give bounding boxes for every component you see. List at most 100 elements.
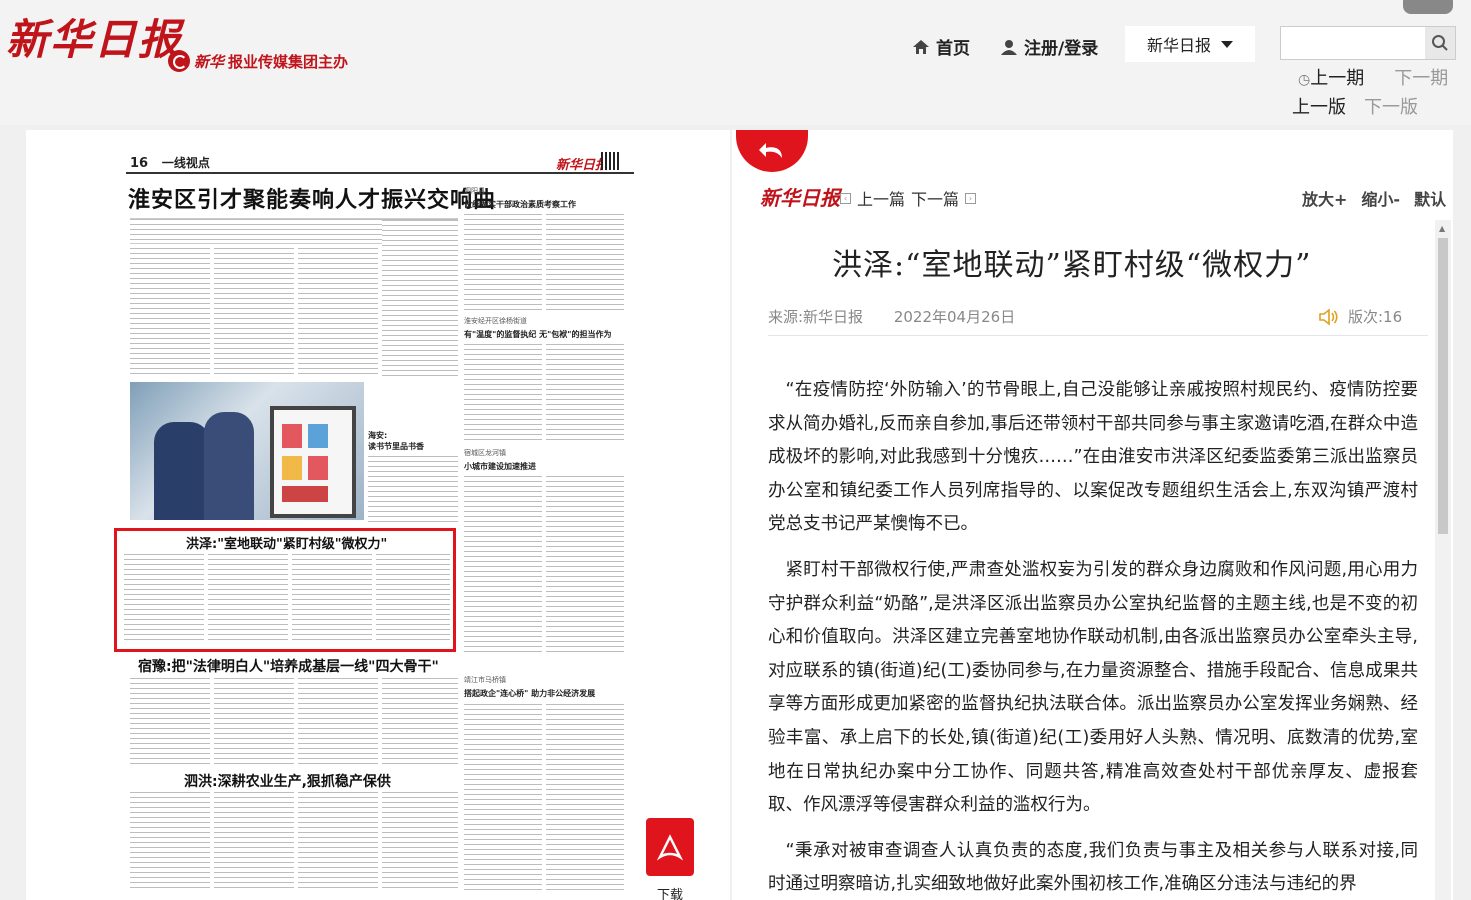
qr-code [601, 152, 619, 170]
selected-article-column[interactable] [208, 554, 288, 644]
side-column[interactable] [546, 214, 624, 310]
side-column[interactable] [464, 704, 542, 890]
article-column[interactable] [382, 220, 458, 376]
selected-article-column[interactable] [292, 554, 372, 644]
prev-article-link[interactable]: 上一篇 [857, 186, 905, 210]
article-paragraph: “秉承对被审查调查人认真负责的态度,我们负责与事主及相关参与人联系对接,同时通过… [768, 840, 1418, 895]
article-column[interactable] [382, 678, 458, 766]
next-page-link[interactable]: 下一版 [1364, 93, 1418, 119]
article-column[interactable] [382, 792, 458, 892]
selected-article-headline[interactable]: 洪泽:"室地联动"紧盯村级"微权力" [186, 533, 387, 552]
nav-login-label: 注册/登录 [1024, 39, 1099, 59]
page-section: 一线视点 [161, 156, 210, 170]
back-arrow-icon [759, 143, 782, 158]
scroll-up-icon[interactable]: ▲ [1439, 224, 1445, 233]
search-box [1280, 26, 1456, 60]
nav-home-link[interactable]: 首页 [912, 34, 970, 59]
article-column[interactable] [298, 248, 378, 376]
article-logo: 新华日报 [760, 186, 840, 210]
article-column[interactable] [298, 792, 378, 892]
article-paragraph: 紧盯村干部微权行使,严肃查处滥权妄为引发的群众身边腐败和作风问题,用心用力守护群… [768, 559, 1418, 816]
edition-number: 版次:16 [1348, 308, 1403, 326]
article-column[interactable] [214, 248, 294, 376]
article-body: “在疫情防控‘外防输入’的节骨眼上,自己没能够让亲戚按照村规民约、疫情防控要求从… [768, 374, 1418, 900]
issue-nav: ◷上一期 下一期 [1298, 64, 1448, 90]
side-column[interactable] [546, 704, 624, 890]
side-column[interactable] [464, 476, 542, 656]
nav-home-label: 首页 [936, 39, 970, 59]
side-headline[interactable]: 搭起政企"连心桥" 助力非公经济发展 [464, 688, 595, 699]
article-column[interactable] [130, 792, 210, 892]
download-label[interactable]: 下载 [657, 884, 683, 900]
scroll-top-button[interactable] [1403, 0, 1453, 14]
meta-divider [768, 335, 1428, 336]
side-column[interactable] [464, 344, 542, 440]
photo-screen [270, 406, 356, 518]
group-logo-icon [168, 50, 190, 72]
search-button[interactable] [1425, 27, 1455, 59]
site-subtitle: 新华 报业传媒集团主办 [168, 50, 348, 72]
side-headline[interactable]: 小城市建设加速推进 [464, 461, 536, 472]
speaker-icon[interactable] [1318, 307, 1340, 326]
pdf-download-button[interactable] [646, 818, 694, 876]
user-icon [1001, 39, 1017, 55]
paper-select[interactable]: 新华日报 [1125, 26, 1255, 62]
prev-issue-label: 上一期 [1310, 68, 1365, 89]
selected-article-column[interactable] [376, 554, 450, 644]
home-icon [913, 39, 929, 54]
page-nav: 上一版 下一版 [1292, 93, 1418, 119]
chevron-right-icon: › [965, 192, 977, 204]
article-column[interactable] [298, 678, 378, 766]
article-column[interactable] [214, 792, 294, 892]
newspaper-page: 16 一线视点 新华日报 淮安区引才聚能奏响人才振兴交响曲 海安: 读书节里品书… [26, 130, 730, 900]
article-panel: 新华日报 ‹ 上一篇 下一篇 › 放大+ 缩小- 默认 洪泽:“室地联动”紧盯村… [732, 130, 1453, 900]
search-input[interactable] [1281, 27, 1433, 57]
page-header: 16 一线视点 [130, 154, 210, 171]
site-subtitle-prefix: 新华 [194, 52, 225, 71]
back-button[interactable] [736, 130, 808, 172]
side-kicker: 靖江市马桥镇 [464, 676, 506, 684]
photo-caption: 海安: 读书节里品书香 [368, 431, 424, 451]
prev-issue-link[interactable]: ◷上一期 [1298, 64, 1364, 90]
article-paragraph: “在疫情防控‘外防输入’的节骨眼上,自己没能够让亲戚按照村规民约、疫情防控要求从… [768, 380, 1418, 535]
article-nav: ‹ 上一篇 下一篇 › [840, 186, 977, 210]
zoom-in-button[interactable]: 放大+ [1302, 186, 1347, 210]
search-icon [1432, 35, 1448, 51]
side-headline[interactable]: 有"温度"的监督执纪 无"包袱"的担当作为 [464, 329, 611, 340]
site-subtitle-text: 报业传媒集团主办 [228, 52, 349, 71]
zoom-default-button[interactable]: 默认 [1414, 186, 1446, 210]
article-date: 2022年04月26日 [893, 308, 1016, 326]
article-column[interactable] [130, 248, 210, 376]
nav-login-link[interactable]: 注册/登录 [1000, 34, 1098, 59]
next-article-link[interactable]: 下一篇 [911, 186, 959, 210]
site-logo[interactable]: 新华日报 [6, 6, 182, 67]
chevron-down-icon [1221, 40, 1233, 48]
pdf-icon [656, 834, 684, 861]
article-meta: 来源:新华日报 2022年04月26日 [768, 306, 1041, 327]
clock-icon: ◷ [1298, 72, 1311, 88]
top-bar: 新华日报 新华 报业传媒集团主办 首页 注册/登录 新华日报 ◷上一期 下一期 … [0, 0, 1471, 125]
side-column[interactable] [546, 344, 624, 440]
page-number: 16 [130, 156, 149, 171]
prev-page-link[interactable]: 上一版 [1292, 93, 1346, 119]
side-kicker: 淮安经开区徐杨街道 [464, 317, 527, 325]
photo-caption-text [368, 456, 458, 522]
paper-select-value: 新华日报 [1146, 36, 1211, 55]
selected-article-column[interactable] [124, 554, 204, 644]
article-edition: 版次:16 [1318, 306, 1402, 327]
main-headline[interactable]: 淮安区引才聚能奏响人才振兴交响曲 [128, 182, 496, 214]
next-issue-link[interactable]: 下一期 [1394, 64, 1448, 90]
zoom-out-button[interactable]: 缩小- [1361, 186, 1400, 210]
article-headline-suyu[interactable]: 宿豫:把"法律明白人"培养成基层一线"四大骨干" [138, 656, 439, 676]
side-kicker: 泗阳县 [464, 187, 485, 195]
article-headline-sihong[interactable]: 泗洪:深耕农业生产,狠抓稳产保供 [184, 771, 391, 791]
side-column[interactable] [546, 476, 624, 656]
article-column[interactable] [214, 678, 294, 766]
scrollbar-thumb[interactable] [1438, 238, 1448, 534]
side-headline[interactable]: 做细做实干部政治素质考察工作 [464, 199, 576, 210]
article-title: 洪泽:“室地联动”紧盯村级“微权力” [832, 248, 1312, 283]
news-photo[interactable] [130, 382, 364, 520]
article-column[interactable] [130, 678, 210, 766]
side-column[interactable] [464, 214, 542, 310]
photo-person [204, 412, 254, 520]
